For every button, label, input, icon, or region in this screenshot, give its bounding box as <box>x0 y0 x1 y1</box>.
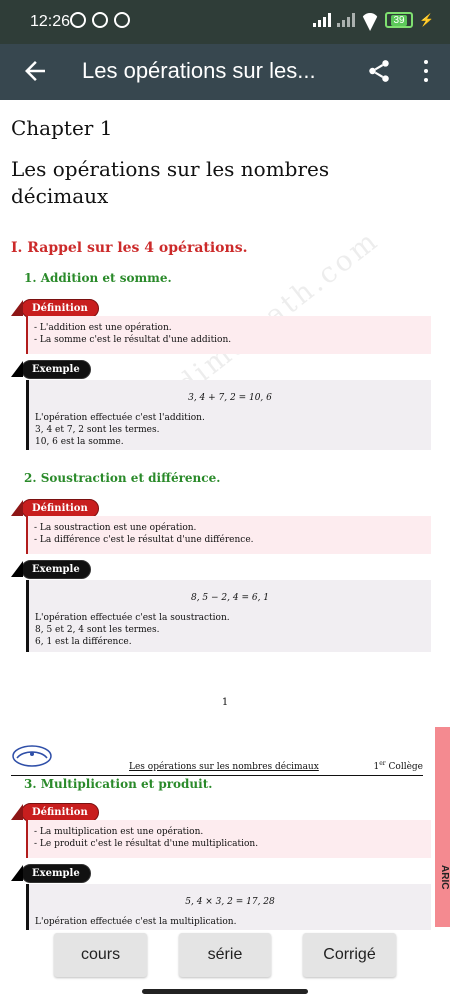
example-tag: Exemple <box>11 557 91 581</box>
example-box: 3, 4 + 7, 2 = 10, 6 L'opération effectué… <box>26 380 431 450</box>
signal-icon <box>313 13 332 27</box>
charging-icon: ⚡ <box>419 13 434 27</box>
logo-icon <box>12 745 52 767</box>
signal-icon-2 <box>337 13 356 27</box>
battery-level: 39 <box>391 14 407 26</box>
corrige-button[interactable]: Corrigé <box>303 933 396 977</box>
example-tag: Exemple <box>11 357 91 381</box>
pdf-viewer[interactable]: www.dimamath.com Chapter 1 Les opération… <box>0 100 450 930</box>
header-title: Les opérations sur les nombres décimaux <box>129 762 319 772</box>
bottom-bar: cours série Corrigé <box>0 930 450 1000</box>
example-tag: Exemple <box>11 861 91 885</box>
back-arrow-icon[interactable] <box>20 56 50 86</box>
example-line: L'opération effectuée c'est la soustract… <box>35 613 230 623</box>
subsection-heading: 1. Addition et somme. <box>24 271 172 285</box>
example-line: 10, 6 est la somme. <box>35 437 124 447</box>
equation: 5, 4 × 3, 2 = 17, 28 <box>185 897 275 907</box>
more-options-icon[interactable] <box>416 58 436 84</box>
battery-icon: 39 <box>385 12 414 28</box>
equation: 8, 5 − 2, 4 = 6, 1 <box>190 593 270 603</box>
app-bar: Les opérations sur les... <box>0 44 450 100</box>
example-line: 8, 5 et 2, 4 sont les termes. <box>35 625 160 635</box>
chapter-label: Chapter 1 <box>11 116 113 140</box>
definition-box: - La soustraction est une opération. - L… <box>26 516 431 554</box>
section-heading: I. Rappel sur les 4 opérations. <box>11 240 248 256</box>
definition-line: - L'addition est une opération. <box>34 323 172 333</box>
example-line: 6, 1 est la différence. <box>35 637 132 647</box>
example-line: 3, 4 et 7, 2 sont les termes. <box>35 425 160 435</box>
status-time: 12:26 <box>30 13 71 30</box>
definition-line: - Le produit c'est le résultat d'une mul… <box>34 839 259 849</box>
running-header: Les opérations sur les nombres décimaux … <box>11 740 423 776</box>
gesture-handle[interactable] <box>142 989 308 994</box>
app-notification-icon-2 <box>114 12 130 28</box>
share-icon[interactable] <box>366 58 392 84</box>
side-tab[interactable]: ARIC <box>435 727 450 927</box>
notification-icons <box>70 12 130 28</box>
example-box: 8, 5 − 2, 4 = 6, 1 L'opération effectuée… <box>26 580 431 652</box>
definition-line: - La différence c'est le résultat d'une … <box>34 535 254 545</box>
serie-button[interactable]: série <box>179 933 271 977</box>
definition-box: - La multiplication est une opération. -… <box>26 820 431 858</box>
wifi-icon <box>361 13 379 27</box>
alarm-icon <box>70 12 86 28</box>
subsection-heading: 3. Multiplication et produit. <box>24 777 213 791</box>
app-notification-icon <box>92 12 108 28</box>
example-line: L'opération effectuée c'est la multiplic… <box>35 917 237 927</box>
equation: 3, 4 + 7, 2 = 10, 6 <box>188 393 272 403</box>
example-box: 5, 4 × 3, 2 = 17, 28 L'opération effectu… <box>26 884 431 930</box>
page-number: 1 <box>221 697 229 708</box>
definition-line: - La soustraction est une opération. <box>34 523 197 533</box>
example-line: L'opération effectuée c'est l'addition. <box>35 413 205 423</box>
definition-line: - La multiplication est une opération. <box>34 827 204 837</box>
subsection-heading: 2. Soustraction et différence. <box>24 471 221 485</box>
status-bar: 12:26 39 ⚡ <box>0 0 450 44</box>
definition-box: - L'addition est une opération. - La som… <box>26 316 431 354</box>
chapter-title: Les opérations sur les nombres décimaux <box>11 157 330 208</box>
page-title: Les opérations sur les... <box>82 58 316 83</box>
header-level: 1er Collège <box>373 760 424 772</box>
definition-line: - La somme c'est le résultat d'une addit… <box>34 335 232 345</box>
cours-button[interactable]: cours <box>54 933 147 977</box>
